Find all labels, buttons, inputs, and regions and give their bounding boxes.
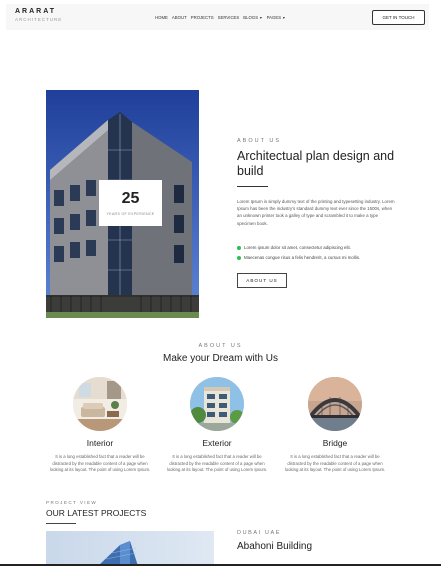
get-in-touch-button[interactable]: GET IN TOUCH bbox=[372, 10, 425, 25]
nav-item-about[interactable]: ABOUT bbox=[172, 15, 187, 20]
services-eyebrow: ABOUT US bbox=[198, 343, 243, 349]
experience-number: 25 bbox=[121, 190, 140, 207]
nav-item-home[interactable]: HOME bbox=[155, 15, 168, 20]
service-title: Exterior bbox=[202, 438, 232, 448]
nav-item-pages[interactable]: PAGES▼ bbox=[267, 15, 286, 20]
service-title: Interior bbox=[86, 438, 114, 448]
service-card-interior[interactable]: Interior It is a long established fact t… bbox=[45, 377, 155, 474]
service-title: Bridge bbox=[322, 438, 348, 448]
nav-item-blogs[interactable]: BLOGS▼ bbox=[243, 15, 262, 20]
service-card-exterior[interactable]: Exterior It is a long established fact t… bbox=[162, 377, 272, 474]
brand-tagline: ARCHITECTURE bbox=[15, 17, 63, 22]
feature-text: Maecenas congue risus a felis hendrerit,… bbox=[244, 255, 361, 261]
brand-logo[interactable]: ARARAT ARCHITECTURE bbox=[15, 8, 62, 22]
divider bbox=[237, 186, 268, 187]
nav-item-blogs-label: BLOGS bbox=[243, 15, 259, 20]
about-title: Architectual plan design and build bbox=[237, 149, 395, 178]
brand-name: ARARAT bbox=[15, 8, 57, 15]
project-name: Abahoni Building bbox=[237, 541, 313, 552]
list-item: Lorem ipsum dolor sit amet, consectetur … bbox=[237, 243, 395, 253]
caret-down-icon: ▼ bbox=[259, 16, 263, 20]
service-description: It is a long established fact that a rea… bbox=[284, 454, 386, 473]
about-section: ABOUT US Architectual plan design and bu… bbox=[237, 138, 395, 288]
exterior-image bbox=[190, 377, 244, 431]
nav-item-pages-label: PAGES bbox=[266, 15, 282, 20]
caret-down-icon: ▼ bbox=[282, 16, 286, 20]
nav-item-projects[interactable]: PROJECTS bbox=[191, 15, 214, 20]
about-eyebrow: ABOUT US bbox=[237, 138, 282, 144]
main-nav: HOME ABOUT PROJECTS SERVICES BLOGS▼ PAGE… bbox=[155, 15, 286, 20]
divider bbox=[46, 523, 76, 524]
experience-label: YEARS OF EXPERIENCE bbox=[106, 212, 155, 216]
navbar: ARARAT ARCHITECTURE HOME ABOUT PROJECTS … bbox=[6, 4, 429, 30]
feature-list: Lorem ipsum dolor sit amet, consectetur … bbox=[237, 243, 395, 263]
bullet-dot-icon bbox=[237, 245, 241, 250]
list-item: Maecenas congue risus a felis hendrerit,… bbox=[237, 253, 395, 263]
services-title: Make your Dream with Us bbox=[162, 353, 279, 364]
projects-title: OUR LATEST PROJECTS bbox=[46, 508, 147, 518]
bridge-image bbox=[308, 377, 362, 431]
bullet-dot-icon bbox=[237, 255, 241, 260]
projects-eyebrow: PROJECT VIEW bbox=[46, 500, 98, 505]
about-description: Lorem Ipsum is simply dummy text of the … bbox=[237, 199, 395, 226]
experience-badge: 25 YEARS OF EXPERIENCE bbox=[99, 180, 162, 226]
service-card-bridge[interactable]: Bridge It is a long established fact tha… bbox=[280, 377, 390, 474]
service-description: It is a long established fact that a rea… bbox=[49, 454, 151, 473]
feature-text: Lorem ipsum dolor sit amet, consectetur … bbox=[244, 245, 351, 251]
project-image[interactable] bbox=[46, 531, 214, 566]
about-us-button[interactable]: ABOUT US bbox=[237, 272, 287, 288]
nav-item-services[interactable]: SERVICES bbox=[218, 15, 240, 20]
interior-image bbox=[73, 377, 127, 431]
project-location: DUBAI UAE bbox=[237, 530, 282, 536]
service-description: It is a long established fact that a rea… bbox=[166, 454, 268, 473]
